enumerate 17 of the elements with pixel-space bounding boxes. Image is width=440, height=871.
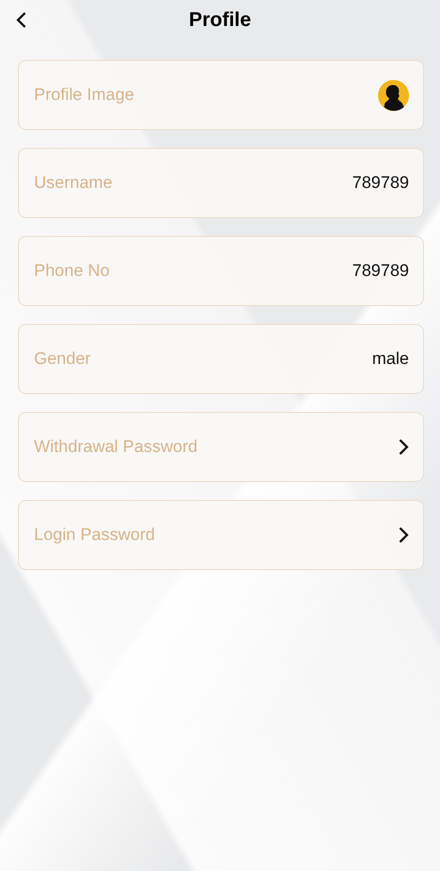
row-label: Withdrawal Password: [34, 437, 198, 457]
row-label: Username: [34, 173, 112, 193]
chevron-right-icon[interactable]: [397, 526, 409, 544]
chevron-right-icon[interactable]: [397, 438, 409, 456]
page-title: Profile: [188, 8, 252, 32]
row-label: Phone No: [34, 261, 110, 281]
row-label: Profile Image: [34, 85, 134, 105]
row-value: 789789: [352, 173, 409, 193]
back-icon[interactable]: [16, 11, 28, 29]
profile-row[interactable]: Phone No 789789: [18, 236, 424, 306]
row-label: Gender: [34, 349, 91, 369]
row-label: Login Password: [34, 525, 155, 545]
profile-row[interactable]: Gender male: [18, 324, 424, 394]
profile-row[interactable]: Username 789789: [18, 148, 424, 218]
avatar-icon[interactable]: [378, 80, 409, 110]
row-value: 789789: [352, 261, 409, 281]
row-value: male: [372, 349, 409, 369]
